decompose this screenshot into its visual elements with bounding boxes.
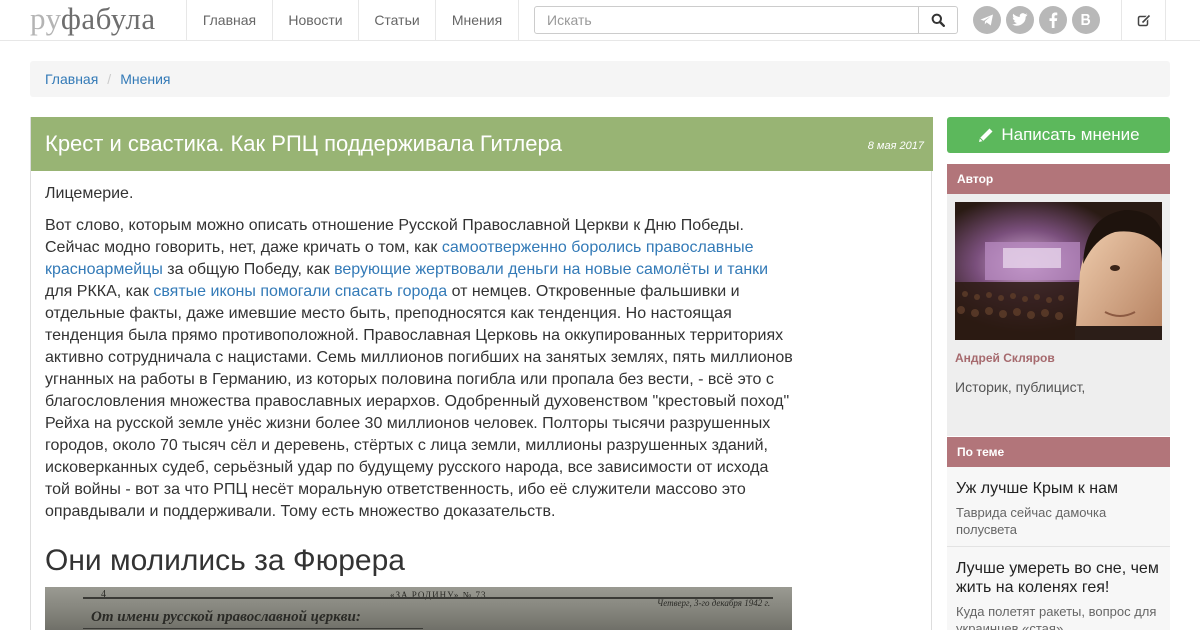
related-item[interactable]: Уж лучше Крым к нам Таврида сейчас дамоч… [947, 467, 1170, 547]
newspaper-clipping-image: 4 «ЗА РОДИНУ» № 73 Четверг, 3-го декабря… [45, 587, 792, 630]
article-subheading: Они молились за Фюрера [45, 544, 405, 577]
search-button[interactable] [918, 7, 957, 33]
twitter-button[interactable] [1006, 6, 1034, 34]
write-opinion-button[interactable]: Написать мнение [947, 117, 1170, 153]
newspaper-date: Четверг, 3-го декабря 1942 г. [657, 598, 771, 608]
article-panel: Крест и свастика. Как РПЦ поддерживала Г… [30, 117, 933, 630]
nav-item-articles[interactable]: Статьи [359, 0, 435, 41]
facebook-icon [1049, 12, 1058, 28]
nav-item-opinions[interactable]: Мнения [436, 0, 518, 41]
article-header: Крест и свастика. Как РПЦ поддерживала Г… [31, 117, 933, 171]
newspaper-rule [83, 597, 773, 599]
telegram-button[interactable] [973, 6, 1001, 34]
logo-ru: ру [30, 1, 61, 36]
nav-divider [518, 0, 519, 41]
edit-button[interactable] [1121, 0, 1166, 41]
article-title: Крест и свастика. Как РПЦ поддерживала Г… [45, 131, 562, 156]
related-item-title: Лучше умереть во сне, чем жить на коленя… [956, 560, 1159, 596]
pencil-icon [979, 128, 993, 142]
author-photo[interactable] [955, 202, 1162, 340]
newspaper-headline: От имени русской православной церкви: [91, 609, 361, 625]
related-panel: По теме Уж лучше Крым к нам Таврида сейч… [947, 437, 1170, 630]
search-form [534, 6, 958, 34]
breadcrumb-separator: / [107, 71, 112, 87]
nav-item-news[interactable]: Новости [273, 0, 358, 41]
twitter-icon [1012, 13, 1028, 26]
article-link[interactable]: верующие жертвовали деньги на новые само… [334, 261, 768, 278]
telegram-icon [980, 14, 993, 26]
related-panel-heading: По теме [947, 437, 1170, 467]
vk-icon [1081, 14, 1091, 25]
author-panel: Автор Андрей Скляров Историк, публицист, [947, 164, 1170, 436]
text-span: за общую Победу, как [162, 261, 335, 278]
breadcrumb-opinions[interactable]: Мнения [120, 71, 170, 87]
logo-fabula: фабула [60, 1, 156, 36]
vk-button[interactable] [1072, 6, 1100, 34]
author-name[interactable]: Андрей Скляров [955, 351, 1055, 365]
facebook-button[interactable] [1039, 6, 1067, 34]
author-panel-heading: Автор [947, 164, 1170, 194]
related-item-subtitle: Таврида сейчас дамочка полусвета [956, 505, 1107, 537]
top-navbar: руфабула Главная Новости Статьи Мнения [0, 0, 1200, 41]
author-bio: Историк, публицист, [955, 379, 1086, 395]
text-span: от немцев. Откровенные фальшивки и отдел… [45, 283, 793, 520]
breadcrumb-home[interactable]: Главная [45, 71, 98, 87]
related-item[interactable]: Лучше умереть во сне, чем жить на коленя… [947, 547, 1170, 630]
related-item-subtitle: Куда полетят ракеты, вопрос для украинце… [956, 604, 1157, 630]
write-opinion-label: Написать мнение [1001, 125, 1140, 144]
newspaper-rule [83, 628, 423, 629]
article-paragraph: Лицемерие. [45, 185, 134, 202]
article-paragraph: Вот слово, которым можно описать отношен… [45, 215, 795, 523]
breadcrumb: Главная / Мнения [30, 61, 1170, 97]
article-link[interactable]: святые иконы помогали спасать города [153, 283, 447, 300]
article-date: 8 мая 2017 [867, 140, 924, 152]
edit-icon [1137, 13, 1151, 26]
related-item-title: Уж лучше Крым к нам [956, 480, 1118, 497]
search-icon [931, 13, 945, 27]
site-logo[interactable]: руфабула [30, 2, 156, 36]
nav-item-home[interactable]: Главная [187, 0, 272, 41]
text-span: для РККА, как [45, 283, 154, 300]
article-body: Лицемерие. Вот слово, которым можно опис… [45, 183, 795, 533]
search-input[interactable] [535, 7, 919, 33]
